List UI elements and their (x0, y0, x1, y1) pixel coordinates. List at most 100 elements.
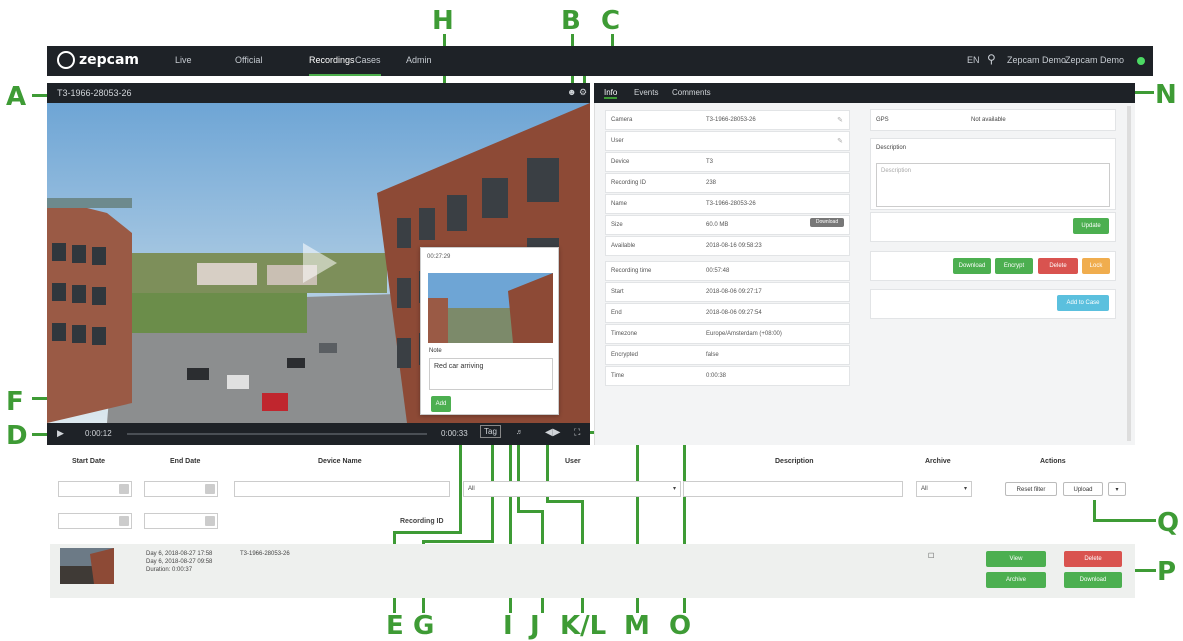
header-start-date[interactable]: Start Date (72, 458, 105, 465)
end-date-input[interactable] (144, 481, 218, 497)
archive-button[interactable]: Archive (986, 572, 1046, 588)
tab-info[interactable]: Info (604, 88, 618, 99)
info-key: Name (611, 201, 628, 207)
tab-comments[interactable]: Comments (672, 88, 711, 97)
archive-checkbox-icon[interactable]: ☐ (928, 552, 934, 560)
language-selector[interactable]: EN (967, 55, 980, 65)
note-label: Note (429, 348, 442, 354)
update-button[interactable]: Update (1073, 218, 1109, 234)
description-filter-input[interactable] (683, 481, 903, 497)
info-key: Encrypted (611, 352, 639, 358)
volume-icon[interactable]: ♬ (516, 429, 523, 436)
nav-official[interactable]: Official (235, 55, 262, 65)
callout-g: G (413, 611, 435, 641)
settings-icon[interactable]: ⚙ (579, 87, 587, 98)
header-device-name[interactable]: Device Name (318, 458, 362, 465)
info-key: User (611, 138, 624, 144)
info-row: Device T3 (605, 152, 850, 172)
end-time-input[interactable] (144, 513, 218, 529)
nav-admin[interactable]: Admin (406, 55, 432, 65)
user-search-icon[interactable]: ⚲ (987, 52, 996, 66)
add-note-button[interactable]: Add (431, 396, 451, 412)
description-input[interactable]: Description (876, 163, 1110, 207)
video-controls: ▶ 0:00:12 0:00:33 Tag ♬ ◀▶ ⛶ (47, 423, 590, 445)
total-time: 0:00:33 (441, 429, 468, 438)
header-actions: Actions (1040, 458, 1066, 465)
clock-icon[interactable] (119, 516, 129, 526)
progress-track[interactable] (127, 433, 427, 435)
action-row (870, 251, 1116, 281)
info-value: false (706, 352, 719, 358)
size-badge[interactable]: Download (810, 218, 844, 227)
callout-c: C (601, 6, 621, 36)
note-textarea[interactable]: Red car arriving (429, 358, 553, 390)
clock-icon[interactable] (205, 516, 215, 526)
info-row: Available 2018-08-16 09:58:23 (605, 236, 850, 256)
row-name[interactable]: T3-1966-28053-26 (240, 551, 290, 557)
status-dot-icon (1137, 57, 1145, 65)
speed-icon[interactable]: ◀▶ (545, 427, 560, 438)
note-value: Red car arriving (434, 363, 484, 370)
add-to-case-button[interactable]: Add to Case (1057, 295, 1109, 311)
header-archive[interactable]: Archive (925, 458, 951, 465)
info-row: Name T3-1966-28053-26 (605, 194, 850, 214)
nav-recordings[interactable]: Recordings (309, 55, 355, 65)
table-row[interactable] (50, 544, 1135, 598)
org-name[interactable]: Zepcam Demo (1007, 55, 1066, 65)
info-key: Camera (611, 117, 633, 123)
user-select[interactable]: All ▾ (463, 481, 681, 497)
callout-d: D (6, 421, 28, 451)
gps-row: GPS Not available (870, 109, 1116, 131)
row-thumbnail[interactable] (60, 548, 114, 584)
nav-cases[interactable]: Cases (355, 55, 381, 65)
row-download-button[interactable]: Download (1064, 572, 1122, 588)
callout-m: M (624, 611, 650, 641)
scrollbar[interactable] (1127, 106, 1131, 441)
info-value: T3 (706, 159, 714, 165)
play-icon[interactable]: ▶ (57, 428, 64, 439)
encrypt-button[interactable]: Encrypt (995, 258, 1033, 274)
info-row: Recording time 00:57:48 (605, 261, 850, 281)
row-end: Day 6, 2018-08-27 09:58 (146, 559, 213, 565)
view-button[interactable]: View (986, 551, 1046, 567)
callout-f-line2 (393, 531, 461, 534)
info-row: End 2018-08-06 09:27:54 (605, 303, 850, 323)
calendar-icon[interactable] (119, 484, 129, 494)
edit-icon[interactable]: ✎ (837, 137, 843, 145)
upload-button[interactable]: Upload (1063, 482, 1103, 496)
calendar-icon[interactable] (205, 484, 215, 494)
delete-button[interactable]: Delete (1038, 258, 1078, 274)
zepcam-logo[interactable]: zepcam (57, 51, 139, 69)
archive-select[interactable]: All ▾ (916, 481, 972, 497)
lock-button[interactable]: Lock (1082, 258, 1110, 274)
info-key: Available (611, 243, 636, 249)
popup-time: 00:27:29 (427, 254, 451, 260)
logo-ring-icon (57, 51, 75, 69)
tab-events[interactable]: Events (634, 88, 658, 97)
upload-dropdown-icon[interactable]: ▾ (1108, 482, 1126, 496)
header-user[interactable]: User (565, 458, 581, 465)
header-end-date[interactable]: End Date (170, 458, 200, 465)
user-menu[interactable]: Zepcam Demo (1065, 55, 1124, 65)
callout-i: I (503, 611, 513, 641)
download-button[interactable]: Download (953, 258, 991, 274)
header-description[interactable]: Description (775, 458, 814, 465)
fullscreen-icon[interactable]: ⛶ (574, 427, 580, 438)
callout-p: P (1157, 557, 1177, 587)
tag-button[interactable]: Tag (480, 425, 501, 438)
archive-select-value: All (921, 486, 928, 492)
device-name-input[interactable] (234, 481, 450, 497)
callout-kl-line2 (546, 500, 584, 503)
info-key: Device (611, 159, 630, 165)
info-key: Size (611, 222, 623, 228)
info-value: 00:57:48 (706, 268, 730, 274)
reset-filter-button[interactable]: Reset filter (1005, 482, 1057, 496)
nav-live[interactable]: Live (175, 55, 192, 65)
recording-id-label: Recording ID (400, 518, 444, 525)
edit-icon[interactable]: ✎ (837, 116, 843, 124)
info-value: 0:00:38 (706, 373, 727, 379)
start-date-input[interactable] (58, 481, 132, 497)
user-icon[interactable]: ☻ (567, 87, 576, 97)
row-delete-button[interactable]: Delete (1064, 551, 1122, 567)
start-time-input[interactable] (58, 513, 132, 529)
